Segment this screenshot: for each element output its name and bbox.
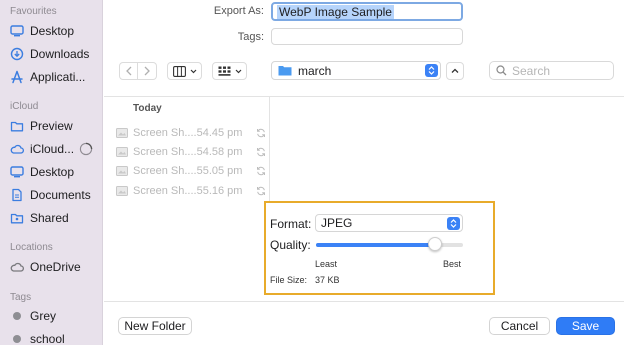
image-file-icon [116, 147, 128, 157]
sidebar-item-label: Desktop [30, 24, 75, 38]
sidebar-heading-icloud: iCloud [10, 101, 39, 112]
stepper-icon [425, 64, 438, 77]
file-row[interactable]: Screen Sh....55.05 pm [116, 163, 266, 179]
sync-icon [257, 128, 265, 138]
sidebar-item-label: Desktop [30, 165, 75, 179]
back-button[interactable] [119, 62, 138, 80]
format-label: Format: [270, 217, 312, 231]
sidebar-item-label: Downloads [30, 47, 90, 61]
applications-icon [10, 70, 24, 84]
image-file-icon [116, 166, 128, 176]
chevron-right-icon [144, 66, 150, 76]
image-file-icon [116, 128, 128, 138]
save-button[interactable]: Save [556, 317, 615, 335]
sidebar-item-icloud-drive[interactable]: iCloud... [10, 140, 102, 158]
sidebar-item-preview[interactable]: Preview [10, 117, 102, 135]
folder-icon [278, 66, 292, 76]
file-size-label: File Size: [270, 275, 308, 285]
sidebar-item-label: OneDrive [30, 260, 81, 274]
desktop-icon [10, 165, 24, 179]
sidebar-item-label: Preview [30, 119, 73, 133]
sidebar-tag-grey[interactable]: Grey [10, 307, 102, 325]
sidebar-heading-locations: Locations [10, 242, 53, 253]
sidebar-item-desktop[interactable]: Desktop [10, 22, 102, 40]
file-name: Screen Sh....55.05 pm [133, 165, 243, 177]
quality-best-label: Best [443, 259, 462, 269]
footer-divider [104, 301, 624, 302]
sidebar-item-label: Documents [30, 188, 91, 202]
folder-icon [10, 119, 24, 133]
sync-icon [257, 166, 265, 176]
quality-least-label: Least [315, 259, 338, 269]
file-size-value: 37 KB [315, 275, 340, 285]
view-mode-button[interactable] [167, 62, 202, 80]
columns-view-icon [172, 65, 186, 77]
search-input[interactable] [512, 63, 607, 78]
sidebar-item-onedrive[interactable]: OneDrive [10, 258, 102, 276]
chevron-down-icon [235, 69, 241, 73]
sidebar-item-documents[interactable]: Documents [10, 186, 102, 204]
search-icon [496, 65, 507, 76]
column-divider [269, 97, 270, 201]
chevron-left-icon [125, 66, 131, 76]
sidebar-item-label: iCloud... [30, 142, 75, 156]
sidebar-item-icloud-desktop[interactable]: Desktop [10, 163, 102, 181]
location-popup[interactable]: march [271, 61, 441, 80]
file-name: Screen Sh....54.58 pm [133, 146, 243, 158]
quality-label: Quality: [270, 238, 311, 252]
sidebar-item-applications[interactable]: Applicati... [10, 68, 102, 86]
desktop-icon [10, 24, 24, 38]
forward-button[interactable] [138, 62, 157, 80]
sidebar-heading-tags: Tags [10, 292, 32, 303]
sidebar-item-label: Applicati... [30, 70, 86, 84]
image-file-icon [116, 186, 128, 196]
shared-folder-icon [10, 211, 24, 225]
cancel-button[interactable]: Cancel [489, 317, 550, 335]
file-row[interactable]: Screen Sh....54.45 pm [116, 125, 266, 141]
toolbar-divider [104, 96, 624, 97]
downloads-icon [10, 47, 24, 61]
new-folder-button[interactable]: New Folder [118, 317, 192, 335]
export-name-value: WebP Image Sample [277, 4, 394, 19]
progress-ring-icon [79, 142, 93, 156]
sidebar-item-label: Shared [30, 211, 69, 225]
tags-label: Tags: [237, 31, 264, 43]
icloud-icon [10, 142, 24, 156]
tag-color-dot [13, 312, 21, 320]
group-by-button[interactable] [212, 62, 247, 80]
cloud-icon [10, 260, 24, 274]
file-row[interactable]: Screen Sh....55.16 pm [116, 183, 266, 199]
location-name: march [298, 63, 332, 78]
sidebar: Favourites Desktop Downloads Applicati..… [0, 0, 103, 345]
file-group-label: Today [133, 103, 162, 114]
format-popup[interactable]: JPEG [315, 214, 463, 232]
search-field[interactable] [489, 61, 614, 80]
file-name: Screen Sh....55.16 pm [133, 185, 243, 197]
sync-icon [257, 186, 265, 196]
documents-icon [10, 188, 24, 202]
sidebar-item-label: Grey [30, 309, 57, 323]
sidebar-item-downloads[interactable]: Downloads [10, 45, 102, 63]
sidebar-item-shared[interactable]: Shared [10, 209, 102, 227]
tags-field[interactable] [271, 28, 463, 45]
quality-slider-knob[interactable] [428, 237, 443, 251]
sync-icon [257, 147, 265, 157]
quality-slider-fill [316, 243, 436, 247]
sidebar-heading-favourites: Favourites [10, 6, 57, 17]
sidebar-tag-school[interactable]: school [10, 330, 102, 345]
file-row[interactable]: Screen Sh....54.58 pm [116, 144, 266, 160]
sidebar-item-label: school [30, 332, 65, 345]
chevron-up-icon [451, 68, 459, 73]
grid-view-icon [218, 66, 230, 76]
chevron-down-icon [190, 69, 196, 73]
tag-color-dot [13, 335, 21, 343]
format-value: JPEG [321, 216, 353, 230]
stepper-icon [447, 216, 460, 230]
export-as-label: Export As: [213, 5, 264, 17]
collapse-button[interactable] [446, 62, 464, 80]
file-name: Screen Sh....54.45 pm [133, 127, 243, 139]
export-name-field[interactable]: WebP Image Sample [271, 2, 463, 21]
